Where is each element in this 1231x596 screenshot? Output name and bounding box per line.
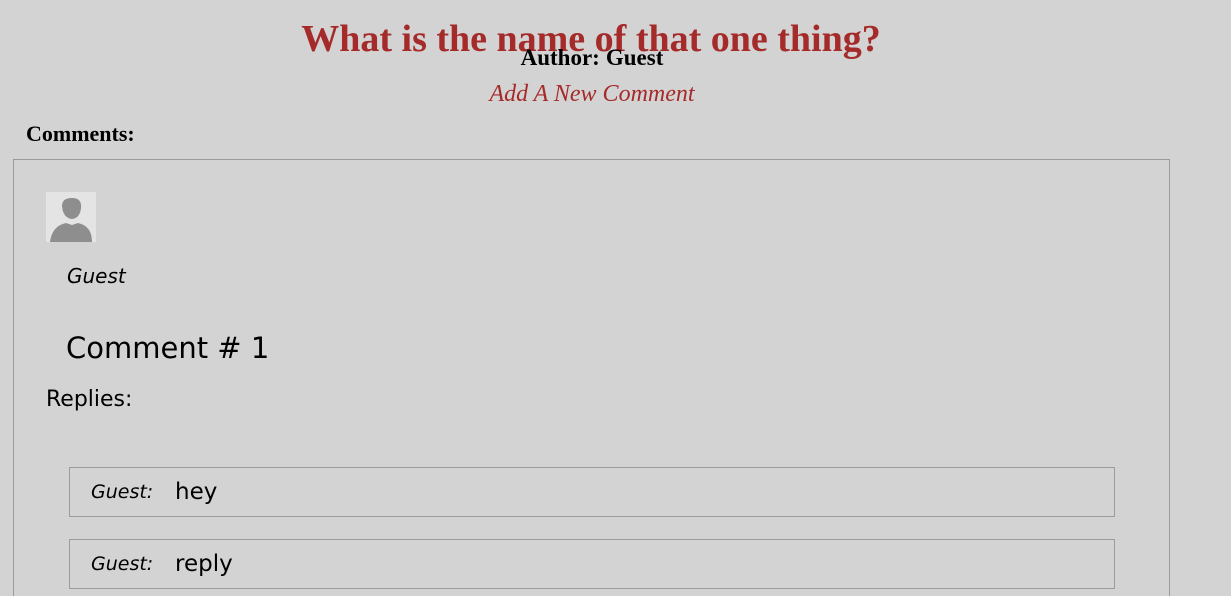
reply-item: Guest: reply <box>69 539 1115 589</box>
reply-text: reply <box>175 551 233 577</box>
default-user-avatar-icon <box>46 192 96 242</box>
comment-author: Guest <box>67 264 126 288</box>
post-author-label: Author: <box>520 45 600 70</box>
comment-card: Guest Comment # 1 Replies: Guest: hey Gu… <box>13 159 1170 596</box>
replies-heading: Replies: <box>46 387 133 412</box>
post-author-name: Guest <box>605 45 664 70</box>
post-author: Author: Guest <box>0 44 1184 72</box>
add-comment-link[interactable]: Add A New Comment <box>0 80 1184 108</box>
comments-heading: Comments: <box>26 121 135 146</box>
reply-item: Guest: hey <box>69 467 1115 517</box>
reply-author: Guest: <box>91 553 154 575</box>
comment-text: Comment # 1 <box>66 331 270 365</box>
reply-text: hey <box>175 479 218 505</box>
reply-author: Guest: <box>91 481 154 503</box>
